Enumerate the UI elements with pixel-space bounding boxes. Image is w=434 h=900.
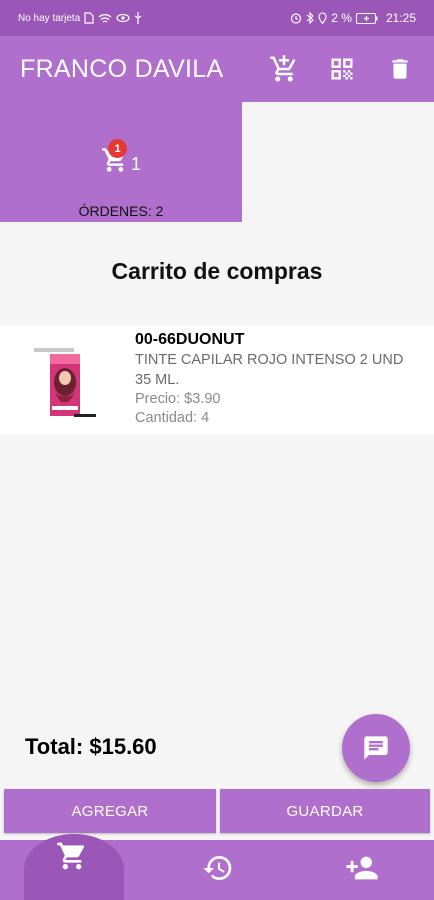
battery-percent: 2 % bbox=[331, 11, 352, 25]
item-description: TINTE CAPILAR ROJO INTENSO 2 UND 35 ML. bbox=[135, 352, 404, 388]
nav-cart[interactable] bbox=[52, 836, 92, 876]
person-add-icon bbox=[346, 856, 378, 880]
clock-time: 21:25 bbox=[385, 11, 416, 25]
message-icon bbox=[364, 736, 388, 760]
battery-icon bbox=[355, 12, 378, 24]
status-bar: No hay tarjeta 2 % 21:25 bbox=[0, 0, 434, 36]
message-fab[interactable] bbox=[342, 714, 410, 782]
shopping-cart-icon bbox=[57, 842, 85, 870]
item-details: 00-66DUONUT TINTE CAPILAR ROJO INTENSO 2… bbox=[135, 330, 405, 428]
history-icon bbox=[203, 856, 232, 880]
item-price: Precio: $3.90 bbox=[135, 391, 221, 407]
orders-label: ÓRDENES: 2 bbox=[78, 203, 164, 219]
alarm-icon bbox=[291, 13, 302, 24]
qr-code-icon bbox=[331, 58, 353, 80]
add-to-cart-button[interactable] bbox=[264, 49, 304, 89]
delete-button[interactable] bbox=[380, 49, 420, 89]
app-bar: FRANCO DAVILA bbox=[0, 36, 434, 102]
nav-add-client[interactable] bbox=[342, 848, 382, 888]
orders-cart-count: 1 bbox=[131, 154, 142, 174]
wifi-icon bbox=[98, 13, 112, 23]
add-shopping-cart-icon bbox=[270, 55, 296, 82]
item-code: 00-66DUONUT bbox=[135, 331, 245, 348]
cart-total: Total: $15.60 bbox=[25, 734, 157, 759]
product-image bbox=[28, 342, 104, 422]
carrier-text: No hay tarjeta bbox=[18, 12, 81, 24]
add-button[interactable]: AGREGAR bbox=[4, 789, 216, 833]
location-icon bbox=[318, 12, 327, 24]
item-quantity: Cantidad: 4 bbox=[135, 410, 210, 426]
page-title: Carrito de compras bbox=[111, 258, 323, 284]
scan-qr-button[interactable] bbox=[322, 49, 362, 89]
nav-history[interactable] bbox=[198, 848, 238, 888]
cart-count-badge: 1 bbox=[108, 139, 127, 158]
status-right: 2 % 21:25 bbox=[290, 11, 416, 25]
status-left: No hay tarjeta bbox=[18, 12, 142, 24]
eye-icon bbox=[116, 13, 130, 23]
list-item[interactable]: 00-66DUONUT TINTE CAPILAR ROJO INTENSO 2… bbox=[0, 326, 434, 434]
sim-icon bbox=[84, 12, 94, 24]
usb-icon bbox=[134, 12, 142, 24]
app-title: FRANCO DAVILA bbox=[20, 54, 224, 83]
app-actions bbox=[264, 49, 420, 89]
bluetooth-icon bbox=[306, 12, 315, 24]
delete-icon bbox=[392, 59, 408, 79]
save-button[interactable]: GUARDAR bbox=[220, 789, 430, 833]
